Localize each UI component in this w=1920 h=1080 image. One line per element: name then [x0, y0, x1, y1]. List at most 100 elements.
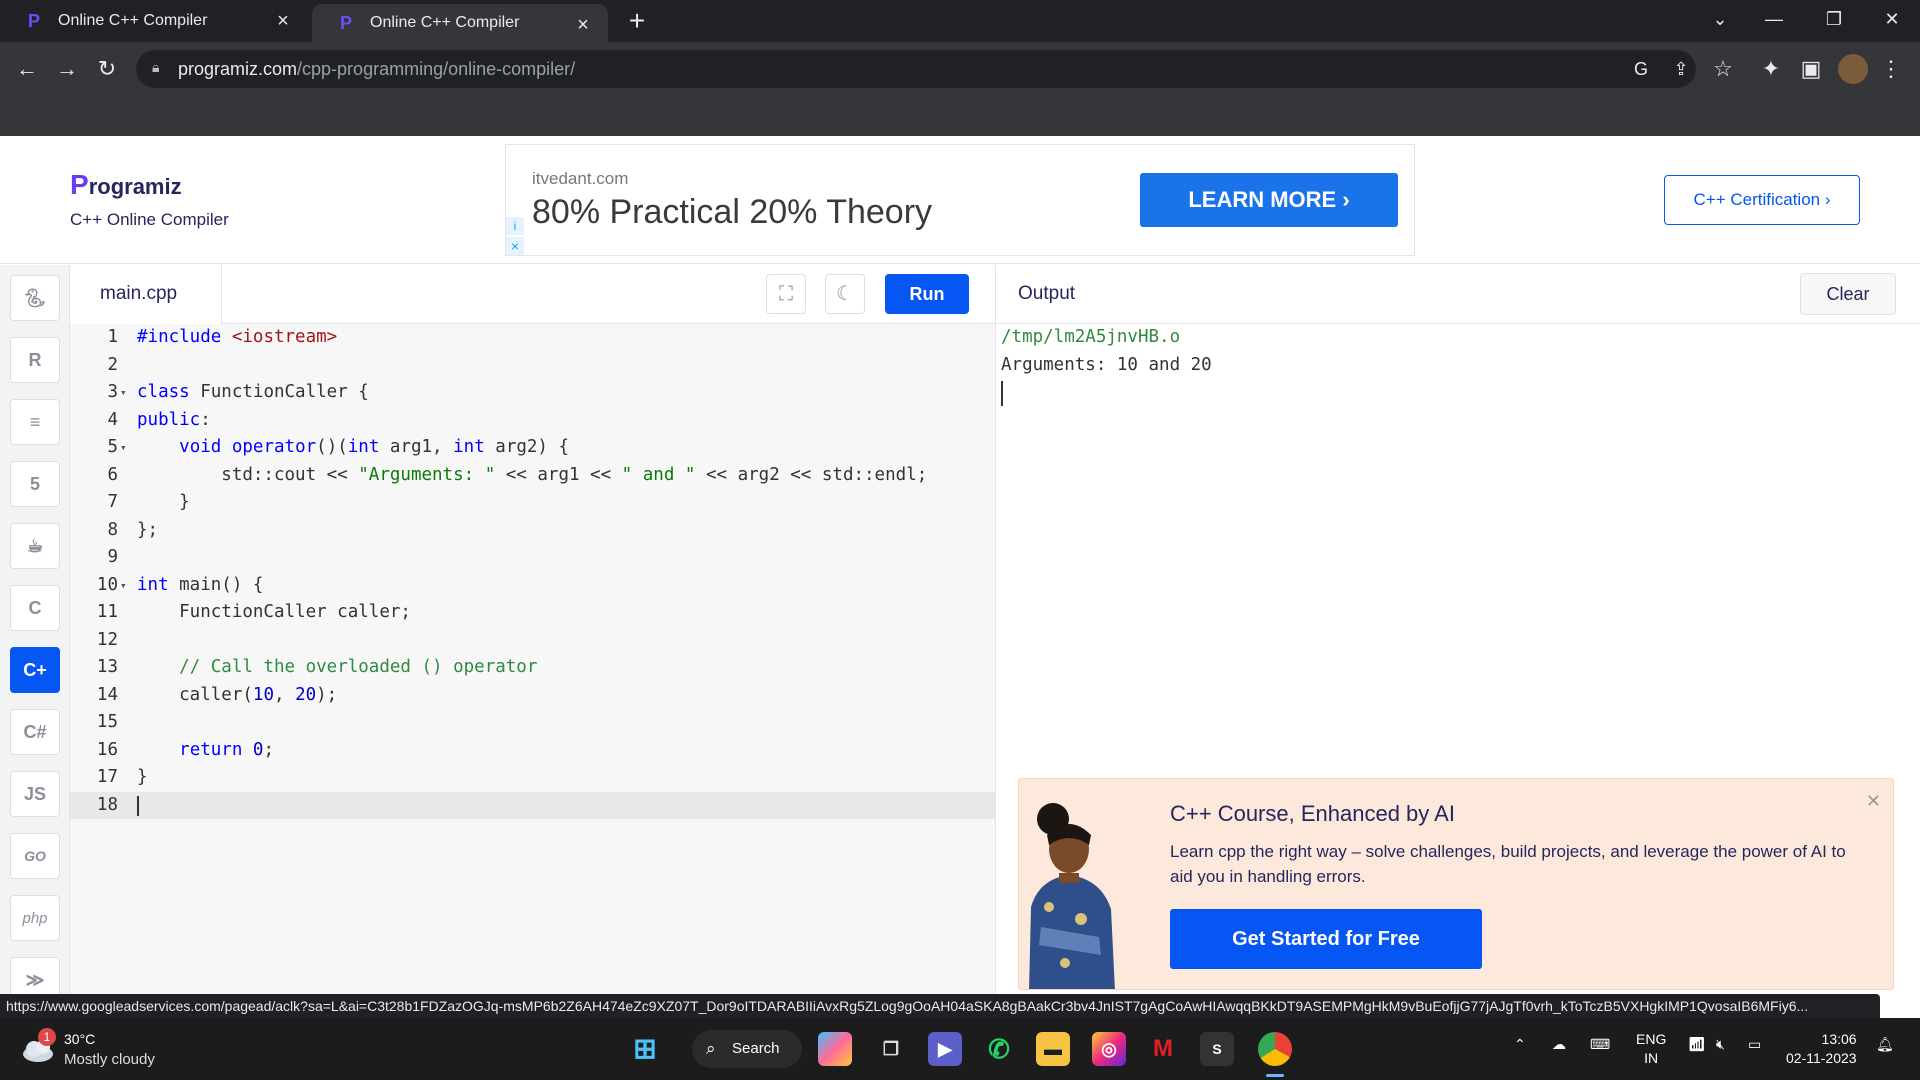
- swift-icon[interactable]: ≫: [10, 957, 60, 994]
- forward-arrow-icon[interactable]: →: [52, 54, 82, 84]
- weather-condition[interactable]: Mostly cloudy: [64, 1051, 155, 1068]
- file-tab-main-cpp[interactable]: main.cpp: [70, 265, 222, 324]
- windows-taskbar: 1 30°C Mostly cloudy ⊞ ⌕ Search ❐ ▶ ✆ ▬ ◎…: [0, 1018, 1920, 1080]
- output-line: /tmp/lm2A5jnvHB.o: [1001, 327, 1181, 347]
- text-cursor: [137, 795, 139, 816]
- php-icon[interactable]: php: [10, 895, 60, 941]
- input-language-indicator[interactable]: ENG IN: [1636, 1030, 1666, 1068]
- teams-chat-icon[interactable]: ▶: [928, 1032, 962, 1066]
- fullscreen-icon[interactable]: ⛶: [766, 274, 806, 314]
- get-started-button[interactable]: Get Started for Free: [1170, 909, 1482, 969]
- go-language-icon[interactable]: GO: [10, 833, 60, 879]
- code-line: 9: [107, 547, 118, 567]
- close-icon[interactable]: ✕: [1866, 791, 1881, 812]
- new-tab-plus-icon[interactable]: +: [622, 6, 652, 36]
- code-line: 16 return 0;: [96, 739, 275, 760]
- ad-headline[interactable]: 80% Practical 20% Theory: [532, 193, 932, 232]
- fold-arrow-icon: ▾: [120, 578, 127, 592]
- show-hidden-icons-chevron-icon[interactable]: ⌃: [1514, 1036, 1526, 1053]
- file-explorer-icon[interactable]: ▬: [1036, 1032, 1070, 1066]
- minimize-icon[interactable]: —: [1754, 4, 1794, 34]
- taskbar-search[interactable]: ⌕ Search: [692, 1030, 802, 1068]
- close-window-icon[interactable]: ✕: [1872, 4, 1912, 34]
- restore-icon[interactable]: ❐: [1814, 4, 1854, 34]
- output-title: Output: [1018, 283, 1076, 304]
- address-bar[interactable]: 🔒︎ programiz.com/cpp-programming/online-…: [136, 50, 1696, 88]
- clear-button[interactable]: Clear: [1800, 273, 1896, 315]
- code-editor[interactable]: 1 #include <iostream> 2 3 ▾ class FunctionC…: [70, 324, 995, 994]
- fold-arrow-icon: ▾: [120, 441, 127, 454]
- code-line: 8};: [107, 519, 159, 540]
- java-icon[interactable]: ☕︎: [10, 523, 60, 569]
- code-line: 5 ▾ void operator()(int arg1, int arg2) {: [70, 434, 995, 462]
- wifi-icon[interactable]: 📶︎: [1688, 1036, 1706, 1053]
- sql-database-icon[interactable]: ≡: [10, 399, 60, 445]
- ad-learn-more-button[interactable]: LEARN MORE ›: [1140, 173, 1398, 227]
- windows-start-icon[interactable]: ⊞: [628, 1032, 662, 1066]
- active-app-indicator: [1266, 1074, 1284, 1077]
- volume-muted-icon[interactable]: 🔇︎: [1716, 1036, 1725, 1053]
- extensions-puzzle-icon[interactable]: ✦: [1756, 54, 1786, 84]
- html5-icon[interactable]: 5: [10, 461, 60, 507]
- browser-tab-2-active[interactable]: P Online C++ Compiler ×: [312, 4, 608, 42]
- tab-search-chevron-icon[interactable]: ⌄: [1700, 4, 1740, 34]
- lock-icon: 🔒︎: [152, 59, 160, 75]
- code-line: 2: [107, 354, 118, 375]
- task-view-icon[interactable]: ❐: [874, 1032, 908, 1066]
- onedrive-cloud-icon[interactable]: ☁: [1552, 1036, 1566, 1053]
- mcafee-icon[interactable]: M: [1146, 1032, 1180, 1066]
- chrome-icon[interactable]: [1258, 1032, 1292, 1066]
- ad-info-icon[interactable]: i: [506, 217, 524, 235]
- copilot-icon[interactable]: [818, 1032, 852, 1066]
- address-toolbar: ← → ↻ 🔒︎ programiz.com/cpp-programming/o…: [0, 42, 1920, 96]
- app-s-icon[interactable]: S: [1200, 1032, 1234, 1066]
- close-tab-icon[interactable]: ×: [272, 10, 294, 32]
- tab-title: Online C++ Compiler: [370, 14, 520, 31]
- banner-ad[interactable]: itvedant.com 80% Practical 20% Theory LE…: [505, 144, 1415, 256]
- profile-avatar[interactable]: [1838, 54, 1868, 84]
- notifications-bell-icon[interactable]: 🔔︎: [1876, 1036, 1894, 1053]
- c-language-icon[interactable]: C: [10, 585, 60, 631]
- back-arrow-icon[interactable]: ←: [12, 54, 42, 84]
- whatsapp-icon[interactable]: ✆: [982, 1032, 1016, 1066]
- cpp-language-icon[interactable]: C+: [10, 647, 60, 693]
- cpp-certification-button[interactable]: C++ Certification ›: [1664, 175, 1860, 225]
- instagram-icon[interactable]: ◎: [1092, 1032, 1126, 1066]
- run-button[interactable]: Run: [885, 274, 969, 314]
- reload-icon[interactable]: ↻: [92, 54, 122, 84]
- ad-domain: itvedant.com: [532, 169, 629, 188]
- programiz-favicon-icon: P: [27, 10, 40, 31]
- code-line: 11 FunctionCaller caller;: [96, 602, 411, 622]
- page-subtitle: C++ Online Compiler: [70, 210, 229, 229]
- bookmark-star-icon[interactable]: ☆: [1708, 54, 1738, 84]
- fold-arrow-icon: ▾: [120, 386, 127, 399]
- promo-description: Learn cpp the right way – solve challeng…: [1170, 842, 1846, 886]
- browser-tab-1[interactable]: P Online C++ Compiler ×: [0, 0, 308, 42]
- code-line: 13 // Call the overloaded () operator: [96, 657, 538, 677]
- temperature[interactable]: 30°C: [64, 1031, 95, 1047]
- system-clock[interactable]: 13:06 02-11-2023: [1786, 1030, 1857, 1068]
- chrome-menu-kebab-icon[interactable]: ⋮: [1876, 54, 1906, 84]
- code-line: 1 #include <iostream>: [107, 327, 338, 347]
- keyboard-icon[interactable]: ⌨: [1590, 1036, 1610, 1053]
- programiz-favicon-icon: P: [339, 12, 352, 33]
- r-language-icon[interactable]: R: [10, 337, 60, 383]
- javascript-icon[interactable]: JS: [10, 771, 60, 817]
- google-lens-icon[interactable]: G: [1628, 56, 1654, 82]
- dark-mode-moon-icon[interactable]: ☾: [825, 274, 865, 314]
- ad-close-icon[interactable]: ×: [506, 237, 524, 255]
- csharp-language-icon[interactable]: C#: [10, 709, 60, 755]
- tab-title: Online C++ Compiler: [58, 12, 208, 29]
- python-icon[interactable]: 🐍︎: [10, 275, 60, 321]
- search-icon: ⌕: [706, 1039, 716, 1058]
- code-line-current: 18: [70, 791, 995, 819]
- url-text[interactable]: programiz.com/cpp-programming/online-com…: [178, 59, 575, 80]
- weather-alert-badge: 1: [38, 1028, 56, 1046]
- side-panel-icon[interactable]: ▣: [1796, 54, 1826, 84]
- close-tab-icon[interactable]: ×: [572, 14, 594, 36]
- battery-icon[interactable]: ▭: [1748, 1036, 1761, 1053]
- programiz-logo[interactable]: Programiz: [70, 169, 182, 201]
- instructor-photo: [1029, 803, 1115, 989]
- code-line: 17}: [96, 767, 148, 787]
- share-icon[interactable]: ⇪: [1668, 56, 1694, 82]
